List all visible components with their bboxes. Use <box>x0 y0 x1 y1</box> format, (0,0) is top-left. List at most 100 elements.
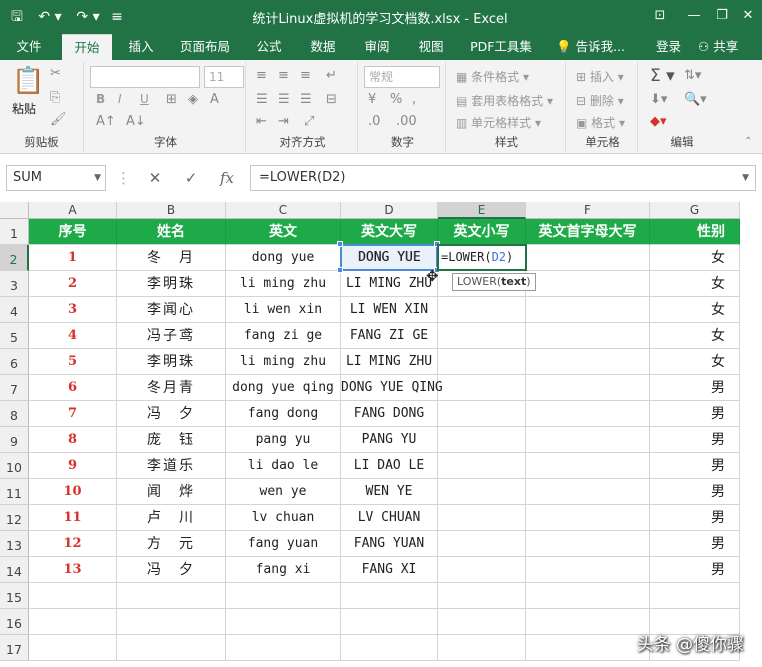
cut-icon[interactable]: ✂ <box>50 66 61 81</box>
cell-c8[interactable]: fang dong <box>226 401 341 427</box>
delete-cells-button[interactable]: ⊟ 删除 ▾ <box>576 92 624 109</box>
cancel-icon[interactable]: ✕ <box>140 165 170 191</box>
grow-font-icon[interactable]: A↑ <box>96 114 116 129</box>
cell-a3[interactable]: 2 <box>29 271 117 297</box>
row-header-16[interactable]: 16 <box>0 609 29 635</box>
cell-g11[interactable]: 男 <box>650 479 740 505</box>
cell-e9[interactable] <box>438 427 526 453</box>
comma-style-icon[interactable]: , <box>412 92 416 107</box>
cell-b14[interactable]: 冯 夕 <box>117 557 226 583</box>
cell-a13[interactable]: 12 <box>29 531 117 557</box>
cell-c7[interactable]: dong yue qing <box>226 375 341 401</box>
cell-d14[interactable]: FANG XI <box>341 557 438 583</box>
fill-color-icon[interactable]: ◈ <box>188 92 198 107</box>
cell-c17[interactable] <box>226 635 341 661</box>
cell-b13[interactable]: 方 元 <box>117 531 226 557</box>
cell-d7[interactable]: DONG YUE QING <box>341 375 443 401</box>
tab-insert[interactable]: 插入 <box>118 34 164 60</box>
cell-d13[interactable]: FANG YUAN <box>341 531 438 557</box>
cell-d16[interactable] <box>341 609 438 635</box>
cell-g3[interactable]: 女 <box>650 271 740 297</box>
cell-g14[interactable]: 男 <box>650 557 740 583</box>
cell-a5[interactable]: 4 <box>29 323 117 349</box>
paste-icon[interactable]: 📋 <box>12 66 44 96</box>
row-header-11[interactable]: 11 <box>0 479 29 505</box>
cell-b12[interactable]: 卢 川 <box>117 505 226 531</box>
row-header-10[interactable]: 10 <box>0 453 29 479</box>
cell-e16[interactable] <box>438 609 526 635</box>
cell-e12[interactable] <box>438 505 526 531</box>
cell-b7[interactable]: 冬月青 <box>117 375 226 401</box>
cell-e17[interactable] <box>438 635 526 661</box>
cell-a4[interactable]: 3 <box>29 297 117 323</box>
formula-input[interactable]: =LOWER(D2) ▼ <box>250 165 756 191</box>
cell-c15[interactable] <box>226 583 341 609</box>
select-all-corner[interactable] <box>0 202 29 219</box>
active-cell-editor[interactable]: =LOWER(D2) <box>437 244 527 271</box>
cell-g5[interactable]: 女 <box>650 323 740 349</box>
cell-c6[interactable]: li ming zhu <box>226 349 341 375</box>
cell-a16[interactable] <box>29 609 117 635</box>
cell-f4[interactable] <box>526 297 650 323</box>
tab-formulas[interactable]: 公式 <box>246 34 292 60</box>
cell-e4[interactable] <box>438 297 526 323</box>
cell-b17[interactable] <box>117 635 226 661</box>
collapse-ribbon-icon[interactable]: ⌃ <box>744 136 752 147</box>
cell-f5[interactable] <box>526 323 650 349</box>
cell-g8[interactable]: 男 <box>650 401 740 427</box>
cell-f16[interactable] <box>526 609 650 635</box>
percent-icon[interactable]: % <box>390 92 402 107</box>
cell-a10[interactable]: 9 <box>29 453 117 479</box>
cell-b16[interactable] <box>117 609 226 635</box>
cell-c2[interactable]: dong yue <box>226 245 341 271</box>
row-header-15[interactable]: 15 <box>0 583 29 609</box>
cell-d9[interactable]: PANG YU <box>341 427 438 453</box>
cell-f6[interactable] <box>526 349 650 375</box>
cell-e1[interactable]: 英文小写 <box>438 219 526 245</box>
format-painter-icon[interactable]: 🖌 <box>50 112 67 127</box>
autosum-icon[interactable]: Σ ▾ <box>650 66 675 86</box>
cell-c14[interactable]: fang xi <box>226 557 341 583</box>
cell-e5[interactable] <box>438 323 526 349</box>
border-icon[interactable]: ⊞ <box>166 92 177 107</box>
font-color-icon[interactable]: A <box>210 92 219 107</box>
enter-icon[interactable]: ✓ <box>176 165 206 191</box>
expand-formula-icon[interactable]: ▼ <box>742 166 749 190</box>
cell-f1[interactable]: 英文首字母大写 <box>526 219 650 245</box>
cell-a17[interactable] <box>29 635 117 661</box>
cell-g2[interactable]: 女 <box>650 245 740 271</box>
find-select-icon[interactable]: 🔍▾ <box>684 92 707 107</box>
tab-view[interactable]: 视图 <box>408 34 454 60</box>
column-header-a[interactable]: A <box>29 202 117 219</box>
italic-button[interactable]: I <box>118 92 122 106</box>
format-cells-button[interactable]: ▣ 格式 ▾ <box>576 114 625 131</box>
cell-d17[interactable] <box>341 635 438 661</box>
row-header-2[interactable]: 2 <box>0 245 29 271</box>
copy-icon[interactable]: ⎘ <box>50 90 60 105</box>
row-header-5[interactable]: 5 <box>0 323 29 349</box>
cell-e8[interactable] <box>438 401 526 427</box>
cell-c12[interactable]: lv chuan <box>226 505 341 531</box>
clear-icon[interactable]: ◆▾ <box>650 114 667 129</box>
customize-quick-access-icon[interactable]: ≡ <box>110 7 124 27</box>
cell-f12[interactable] <box>526 505 650 531</box>
cell-e6[interactable] <box>438 349 526 375</box>
row-header-9[interactable]: 9 <box>0 427 29 453</box>
cell-g9[interactable]: 男 <box>650 427 740 453</box>
tab-home[interactable]: 开始 <box>62 34 112 60</box>
insert-cells-button[interactable]: ⊞ 插入 ▾ <box>576 68 624 85</box>
tab-review[interactable]: 审阅 <box>354 34 400 60</box>
cell-c10[interactable]: li dao le <box>226 453 341 479</box>
font-name-select[interactable] <box>90 66 200 88</box>
cell-f7[interactable] <box>526 375 650 401</box>
cell-d11[interactable]: WEN YE <box>341 479 438 505</box>
align-middle-icon[interactable]: ≡ <box>278 68 289 83</box>
cell-b15[interactable] <box>117 583 226 609</box>
cell-g15[interactable] <box>650 583 740 609</box>
bold-button[interactable]: B <box>96 92 105 106</box>
row-header-6[interactable]: 6 <box>0 349 29 375</box>
cell-a15[interactable] <box>29 583 117 609</box>
cell-b9[interactable]: 庞 钰 <box>117 427 226 453</box>
cell-f17[interactable] <box>526 635 650 661</box>
column-header-g[interactable]: G <box>650 202 740 219</box>
